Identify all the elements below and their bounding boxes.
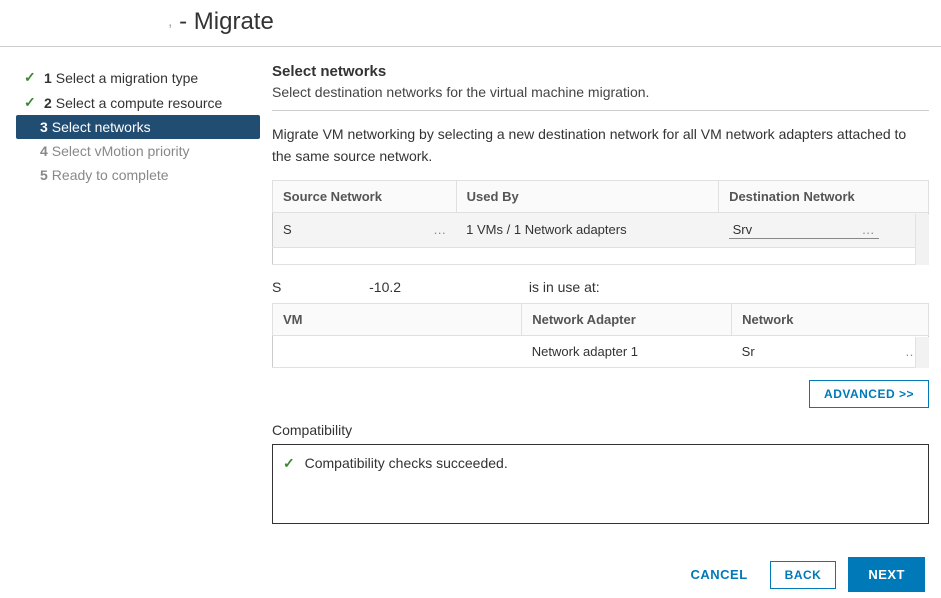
cancel-button[interactable]: CANCEL — [680, 559, 757, 590]
col-used-by[interactable]: Used By — [456, 180, 718, 212]
compatibility-box: ✓ Compatibility checks succeeded. — [272, 444, 929, 524]
col-source-network[interactable]: Source Network — [273, 180, 457, 212]
col-network[interactable]: Network — [732, 303, 929, 335]
check-icon: ✓ — [283, 455, 295, 471]
cell-vm — [273, 335, 522, 367]
check-icon: ✓ — [24, 94, 40, 111]
cell-adapter: Network adapter 1 — [522, 335, 732, 367]
main-content: Select networks Select destination netwo… — [260, 59, 929, 524]
wizard-footer: CANCEL BACK NEXT — [680, 557, 925, 592]
scrollbar[interactable] — [915, 214, 929, 265]
cell-source: S … — [273, 212, 457, 247]
step-compute-resource[interactable]: ✓ 2 Select a compute resource — [16, 90, 260, 115]
col-vm[interactable]: VM — [273, 303, 522, 335]
section-description: Migrate VM networking by selecting a new… — [272, 123, 929, 168]
cell-usedby: 1 VMs / 1 Network adapters — [456, 212, 718, 247]
check-icon: ✓ — [24, 69, 40, 86]
table-row[interactable]: Network adapter 1 Sr … — [273, 335, 929, 367]
step-migration-type[interactable]: ✓ 1 Select a migration type — [16, 65, 260, 90]
section-heading: Select networks — [272, 63, 929, 80]
page-title: , - Migrate — [168, 8, 274, 35]
col-network-adapter[interactable]: Network Adapter — [522, 303, 732, 335]
step-label: Select a compute resource — [56, 95, 223, 111]
step-ready-complete: 5 Ready to complete — [16, 163, 260, 187]
next-button[interactable]: NEXT — [848, 557, 925, 592]
step-select-networks[interactable]: 3 Select networks — [16, 115, 260, 139]
section-subtitle: Select destination networks for the virt… — [272, 84, 929, 100]
step-vmotion-priority: 4 Select vMotion priority — [16, 139, 260, 163]
step-label: Select a migration type — [56, 70, 198, 86]
advanced-button[interactable]: ADVANCED >> — [809, 380, 929, 408]
step-label: Select networks — [52, 119, 151, 135]
cell-network: Sr … — [732, 335, 929, 367]
step-label: Select vMotion priority — [52, 143, 190, 159]
wizard-steps-sidebar: ✓ 1 Select a migration type ✓ 2 Select a… — [12, 59, 260, 524]
vm-adapter-table: VM Network Adapter Network Network adapt… — [272, 303, 929, 368]
col-destination-network[interactable]: Destination Network — [719, 180, 929, 212]
compatibility-title: Compatibility — [272, 422, 929, 438]
back-button[interactable]: BACK — [770, 561, 837, 589]
compatibility-message: Compatibility checks succeeded. — [305, 455, 508, 471]
scrollbar[interactable] — [915, 337, 929, 368]
table-row[interactable]: S … 1 VMs / 1 Network adapters Srv … — [273, 212, 929, 247]
in-use-text: S -10.2 is in use at: — [272, 279, 929, 295]
step-label: Ready to complete — [52, 167, 169, 183]
destination-network-select: Srv … — [729, 221, 879, 239]
divider — [272, 110, 929, 111]
cell-destination[interactable]: Srv … — [719, 212, 929, 247]
wizard-header: , - Migrate — [0, 0, 941, 47]
source-network-table: Source Network Used By Destination Netwo… — [272, 180, 929, 265]
